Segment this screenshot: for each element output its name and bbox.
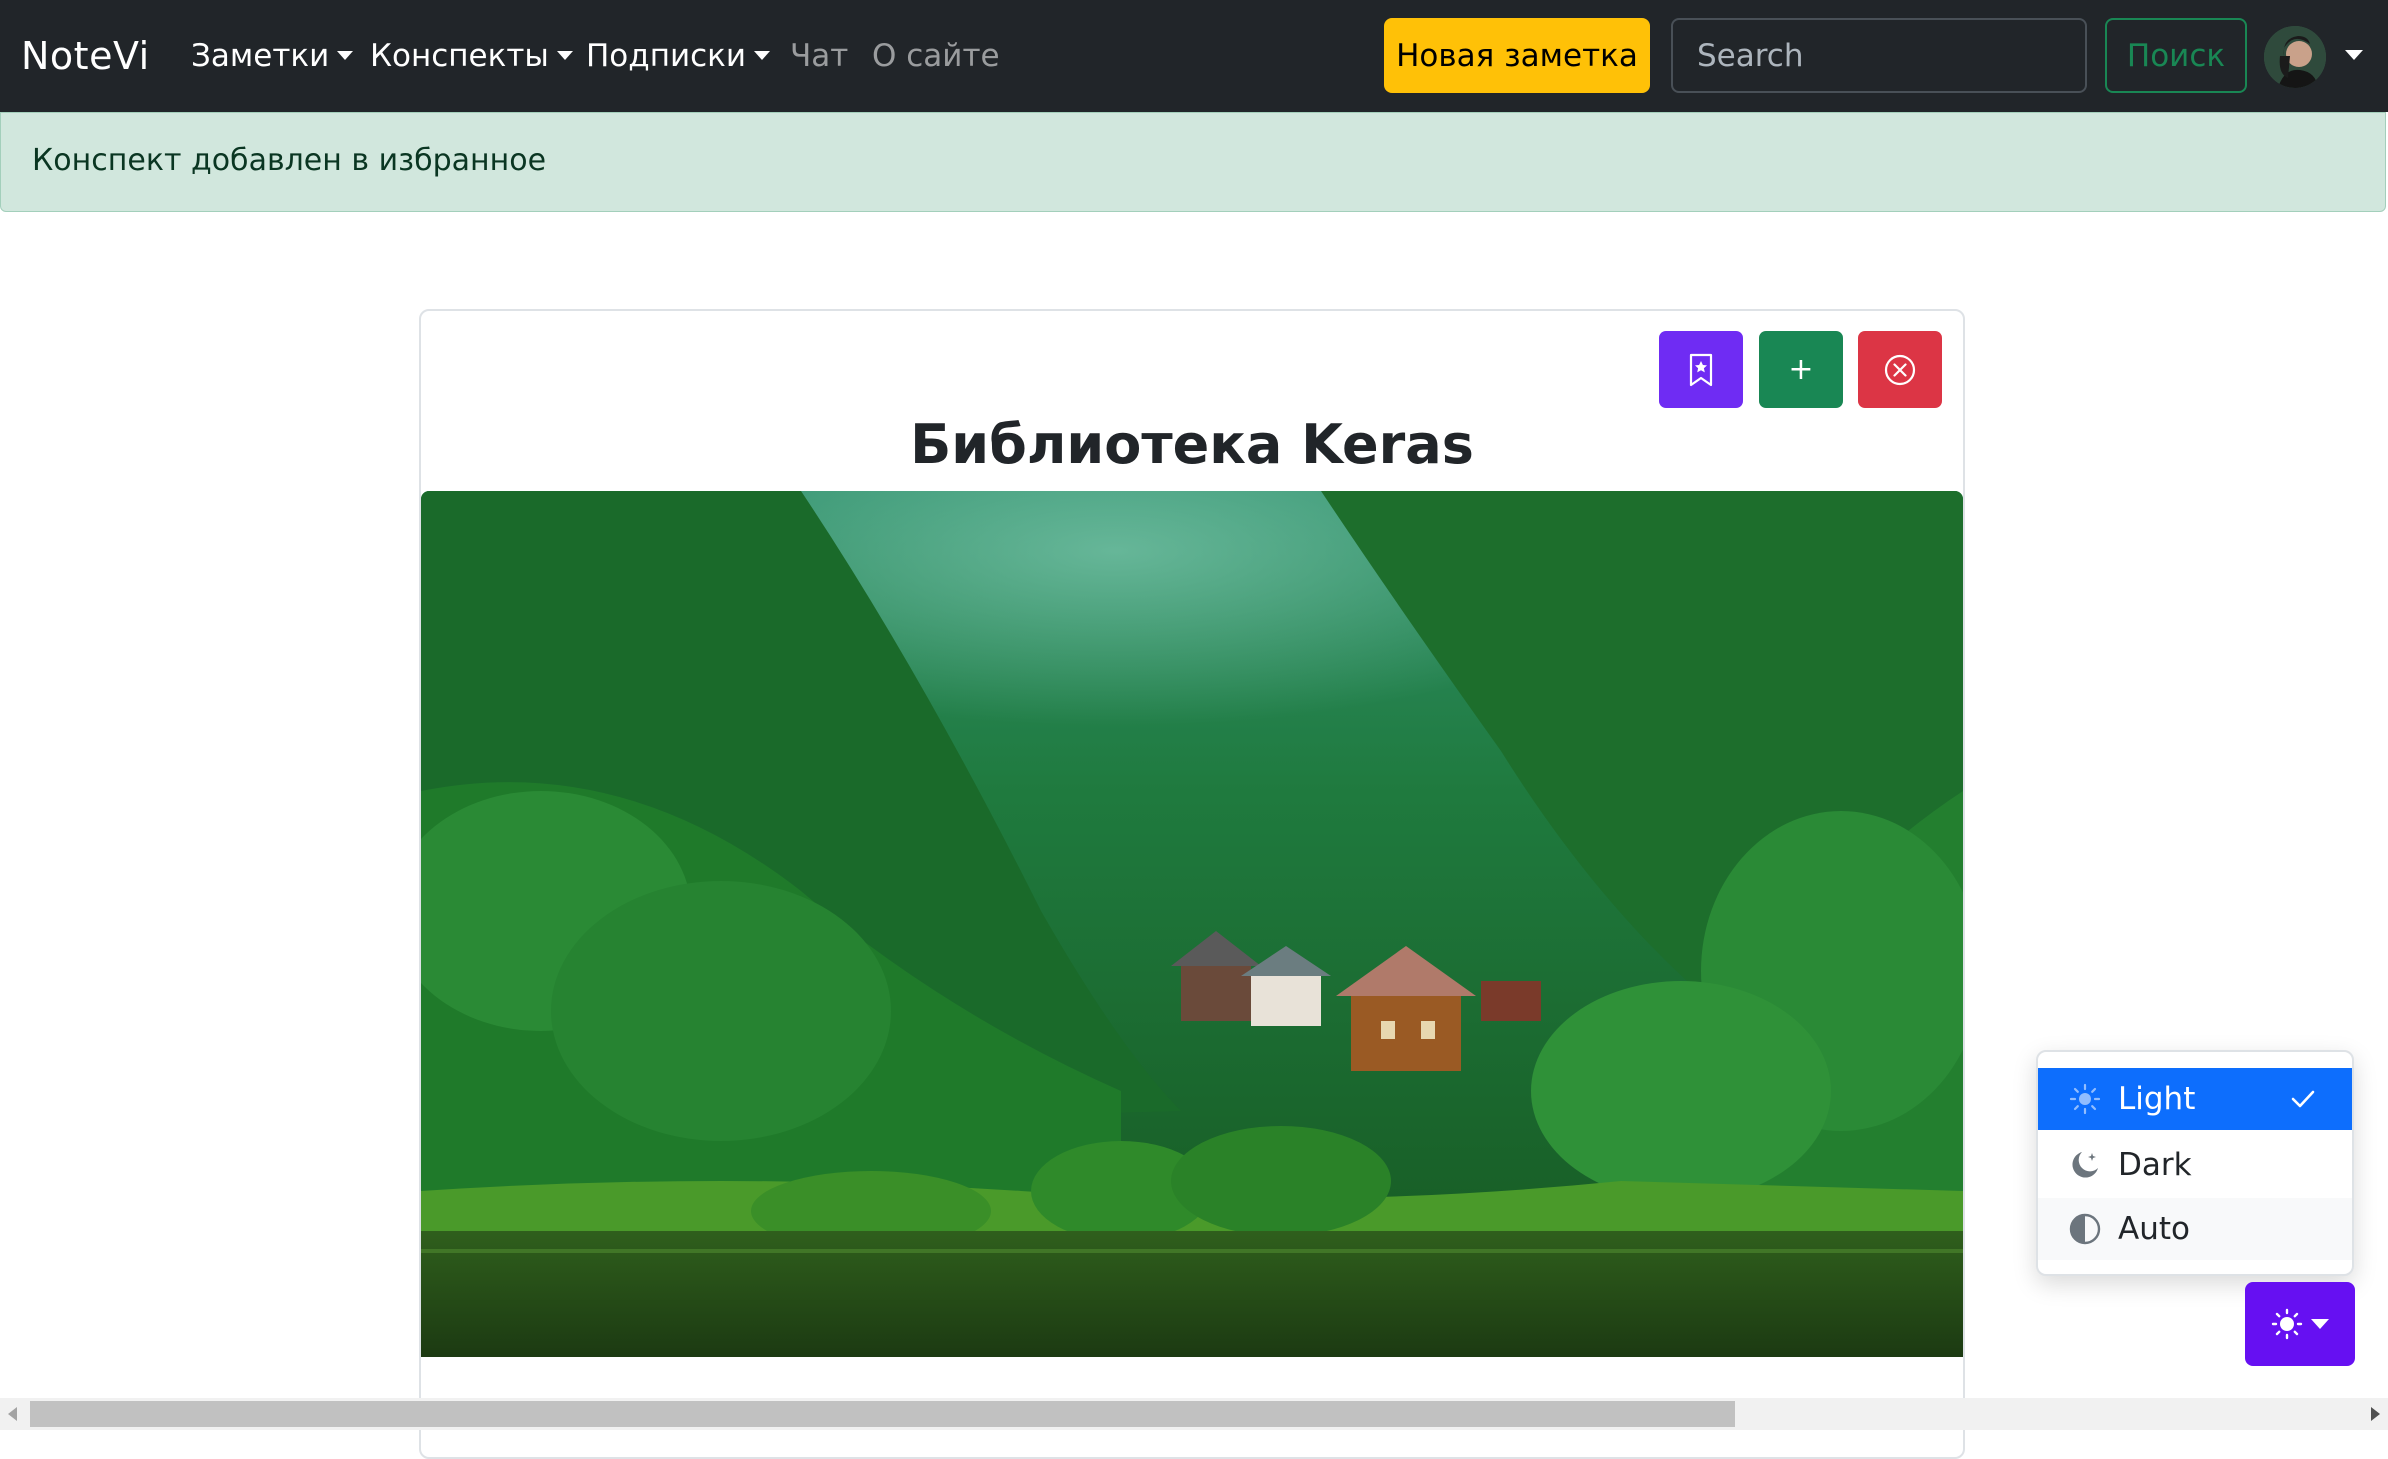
user-avatar[interactable]: [2264, 26, 2326, 88]
scrollbar-thumb[interactable]: [30, 1401, 1735, 1427]
nav-summaries-label: Конспекты: [370, 38, 549, 74]
horizontal-scrollbar[interactable]: [0, 1398, 2388, 1430]
nav-about-link[interactable]: О сайте: [872, 34, 1000, 78]
success-alert: Конспект добавлен в избранное: [0, 112, 2386, 212]
nav-notes-label: Заметки: [191, 38, 330, 74]
user-menu-caret-icon[interactable]: [2345, 50, 2363, 60]
caret-down-icon: [754, 51, 771, 60]
add-button[interactable]: +: [1759, 331, 1843, 408]
nav-subscriptions-dropdown[interactable]: Подписки: [586, 34, 771, 78]
checkmark-icon: [2288, 1084, 2318, 1122]
nav-chat-link[interactable]: Чат: [790, 34, 848, 78]
half-circle-icon: [2068, 1212, 2102, 1246]
nav-summaries-dropdown[interactable]: Конспекты: [370, 34, 573, 78]
brand-logo[interactable]: NoteVi: [21, 30, 150, 82]
search-input[interactable]: [1671, 18, 2087, 93]
theme-option-light[interactable]: Light: [2038, 1068, 2352, 1130]
card-cover-image: [421, 491, 1963, 1357]
card-title: Библиотека Keras: [910, 413, 1474, 476]
sun-icon: [2068, 1082, 2102, 1116]
theme-option-label: Auto: [2118, 1211, 2190, 1247]
theme-toggle-button[interactable]: [2245, 1282, 2355, 1366]
close-circle-icon: [1884, 354, 1916, 385]
bookmark-star-icon: [1689, 353, 1713, 386]
remove-button[interactable]: [1858, 331, 1942, 408]
theme-option-dark[interactable]: Dark: [2038, 1134, 2352, 1196]
theme-option-label: Dark: [2118, 1147, 2192, 1183]
theme-option-label: Light: [2118, 1081, 2196, 1117]
alert-message: Конспект добавлен в избранное: [32, 143, 547, 178]
caret-down-icon: [556, 51, 573, 60]
sun-icon: [2271, 1308, 2303, 1340]
caret-down-icon: [2311, 1319, 2329, 1329]
nav-notes-dropdown[interactable]: Заметки: [191, 34, 354, 78]
new-note-button[interactable]: Новая заметка: [1384, 18, 1650, 93]
plus-icon: +: [1788, 351, 1814, 387]
avatar-image: [2264, 26, 2326, 88]
moon-stars-icon: [2068, 1148, 2102, 1182]
scroll-left-arrow-icon[interactable]: [8, 1407, 17, 1421]
scroll-right-arrow-icon[interactable]: [2371, 1407, 2380, 1421]
top-navbar: NoteVi Заметки Конспекты Подписки Чат О …: [0, 0, 2388, 112]
caret-down-icon: [337, 51, 354, 60]
nav-subscriptions-label: Подписки: [586, 38, 747, 74]
search-button[interactable]: Поиск: [2105, 18, 2247, 93]
theme-option-auto[interactable]: Auto: [2038, 1198, 2352, 1260]
bookmark-button[interactable]: [1659, 331, 1743, 408]
